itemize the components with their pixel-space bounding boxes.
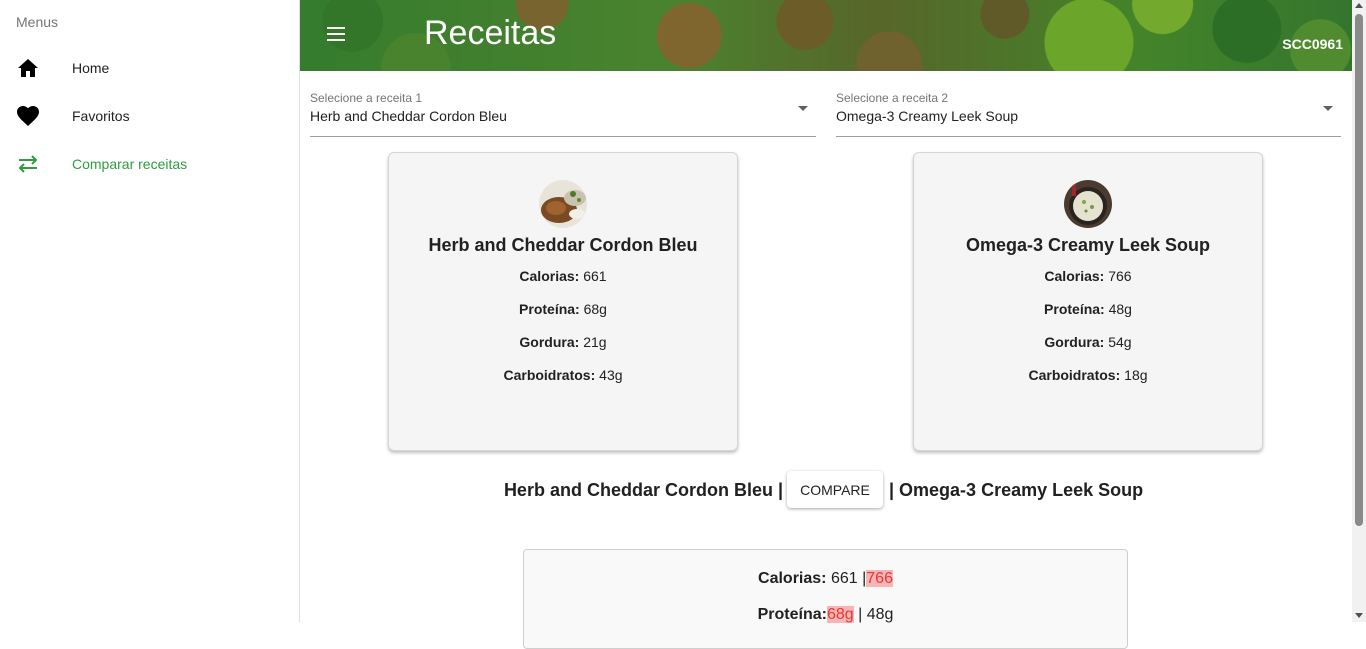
- compare-row: Herb and Cheddar Cordon Bleu | COMPARE |…: [300, 471, 1352, 509]
- heart-icon: [16, 104, 40, 128]
- sidebar-item-label: Home: [72, 60, 110, 76]
- recipe-thumbnail: [1064, 180, 1112, 228]
- course-code: SCC0961: [1282, 36, 1343, 52]
- sidebar-item-label: Favoritos: [72, 108, 130, 124]
- select-label: Selecione a receita 2: [836, 91, 949, 105]
- select-value: Herb and Cheddar Cordon Bleu: [310, 108, 507, 124]
- recipe-card-1: Herb and Cheddar Cordon Bleu Calorias: 6…: [388, 152, 738, 451]
- sidebar-item-favoritos[interactable]: Favoritos: [0, 92, 299, 140]
- scroll-down-icon[interactable]: [1355, 613, 1363, 618]
- menu-icon[interactable]: [324, 23, 348, 47]
- nutrition-row: Gordura: 21g: [519, 334, 607, 350]
- nutrition-row: Calorias: 661: [519, 268, 607, 284]
- nutrition-row: Calorias: 766: [1044, 268, 1132, 284]
- sidebar-item-home[interactable]: Home: [0, 44, 299, 92]
- result-row-calorias: Calorias: 661 |766: [758, 570, 893, 587]
- highlighted-value: 766: [866, 570, 893, 587]
- sidebar-item-comparar-receitas[interactable]: Comparar receitas: [0, 140, 299, 188]
- nutrition-row: Carboidratos: 18g: [1028, 367, 1148, 383]
- compare-recipe-1-name: Herb and Cheddar Cordon Bleu |: [503, 480, 783, 500]
- sidebar-title: Menus: [16, 14, 59, 30]
- scroll-up-icon[interactable]: [1355, 3, 1363, 8]
- dropdown-arrow-icon: [1323, 106, 1333, 111]
- dropdown-arrow-icon: [798, 106, 808, 111]
- result-row-proteina: Proteína:68g | 48g: [757, 606, 894, 623]
- sidebar-item-label: Comparar receitas: [72, 156, 188, 172]
- recipe-name: Omega-3 Creamy Leek Soup: [965, 235, 1211, 255]
- swap-icon: [16, 152, 40, 176]
- comparison-result: Calorias: 661 |766 Proteína:68g | 48g: [523, 549, 1128, 649]
- select-value: Omega-3 Creamy Leek Soup: [836, 108, 1019, 124]
- nutrition-row: Proteína: 48g: [1044, 301, 1132, 317]
- recipe-2-select[interactable]: Selecione a receita 2 Omega-3 Creamy Lee…: [836, 82, 1341, 137]
- page-title: Receitas: [424, 14, 557, 52]
- recipe-1-select[interactable]: Selecione a receita 1 Herb and Cheddar C…: [310, 82, 816, 137]
- sidebar: Menus Home Favoritos Comparar receitas: [0, 0, 300, 622]
- recipe-card-2: Omega-3 Creamy Leek Soup Calorias: 766 P…: [913, 152, 1263, 451]
- compare-recipe-2-name: | Omega-3 Creamy Leek Soup: [889, 480, 1144, 500]
- compare-button[interactable]: COMPARE: [787, 471, 883, 508]
- recipe-thumbnail: [539, 180, 587, 228]
- nutrition-row: Carboidratos: 43g: [503, 367, 623, 383]
- scroll-thumb[interactable]: [1355, 14, 1363, 526]
- recipe-name: Herb and Cheddar Cordon Bleu: [428, 235, 698, 255]
- nutrition-row: Proteína: 68g: [519, 301, 607, 317]
- home-icon: [16, 56, 40, 80]
- highlighted-value: 68g: [826, 606, 854, 623]
- app-header: Receitas SCC0961: [300, 0, 1352, 71]
- select-label: Selecione a receita 1: [310, 91, 423, 105]
- page-scrollbar[interactable]: [1352, 0, 1366, 622]
- nutrition-row: Gordura: 54g: [1044, 334, 1132, 350]
